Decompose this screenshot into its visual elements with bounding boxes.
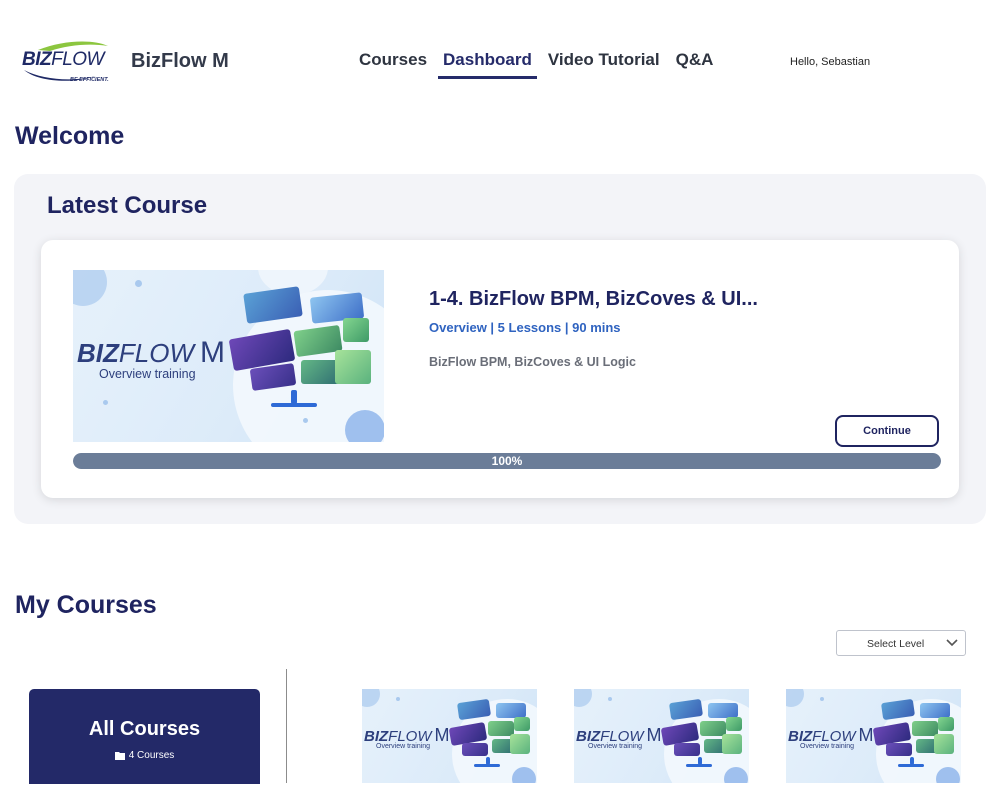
course-description: BizFlow BPM, BizCoves & UI Logic — [429, 355, 636, 369]
course-card-thumbnail[interactable]: BIZFLOW M Overview training — [786, 689, 961, 783]
page-title: Welcome — [15, 122, 125, 150]
progress-label: 100% — [491, 454, 523, 468]
continue-button[interactable]: Continue — [835, 415, 939, 447]
logo-tagline: BE EFFICIENT. — [70, 77, 109, 83]
user-greeting[interactable]: Hello, Sebastian — [790, 56, 870, 68]
nav-qa[interactable]: Q&A — [676, 50, 714, 79]
select-level-dropdown[interactable]: Select Level — [836, 630, 966, 656]
header: BIZFLOW BE EFFICIENT. BizFlow M Courses … — [0, 0, 1000, 120]
course-meta: Overview | 5 Lessons | 90 mins — [429, 320, 621, 335]
course-card-thumbnail[interactable]: BIZFLOW M Overview training — [362, 689, 537, 783]
nav-courses[interactable]: Courses — [359, 50, 427, 79]
all-courses-count: 4 Courses — [29, 750, 260, 761]
nav-video-tutorial[interactable]: Video Tutorial — [548, 50, 660, 79]
course-progress-bar: 100% — [73, 453, 941, 469]
latest-course-panel: Latest Course BIZFLOW M Overview training — [14, 174, 986, 524]
section-divider — [286, 669, 287, 783]
select-level-label: Select Level — [867, 638, 925, 650]
latest-course-heading: Latest Course — [47, 192, 208, 219]
all-courses-title: All Courses — [88, 718, 201, 740]
all-courses-card[interactable]: All Courses 4 Courses — [29, 689, 260, 784]
course-thumbnail[interactable]: BIZFLOW M Overview training — [73, 270, 384, 442]
app-name: BizFlow M — [131, 50, 229, 72]
bizflow-logo[interactable]: BIZFLOW BE EFFICIENT. — [18, 40, 110, 88]
course-title[interactable]: 1-4. BizFlow BPM, BizCoves & UI... — [429, 288, 758, 311]
folder-icon — [114, 752, 125, 760]
main-nav: Courses Dashboard Video Tutorial Q&A — [359, 50, 713, 79]
chevron-down-icon — [946, 639, 958, 647]
latest-course-card: BIZFLOW M Overview training 1-4. BizFlow … — [41, 240, 959, 498]
nav-dashboard[interactable]: Dashboard — [438, 50, 537, 79]
my-courses-heading: My Courses — [15, 591, 157, 619]
logo-wordmark: BIZFLOW — [22, 49, 104, 70]
course-card-thumbnail[interactable]: BIZFLOW M Overview training — [574, 689, 749, 783]
